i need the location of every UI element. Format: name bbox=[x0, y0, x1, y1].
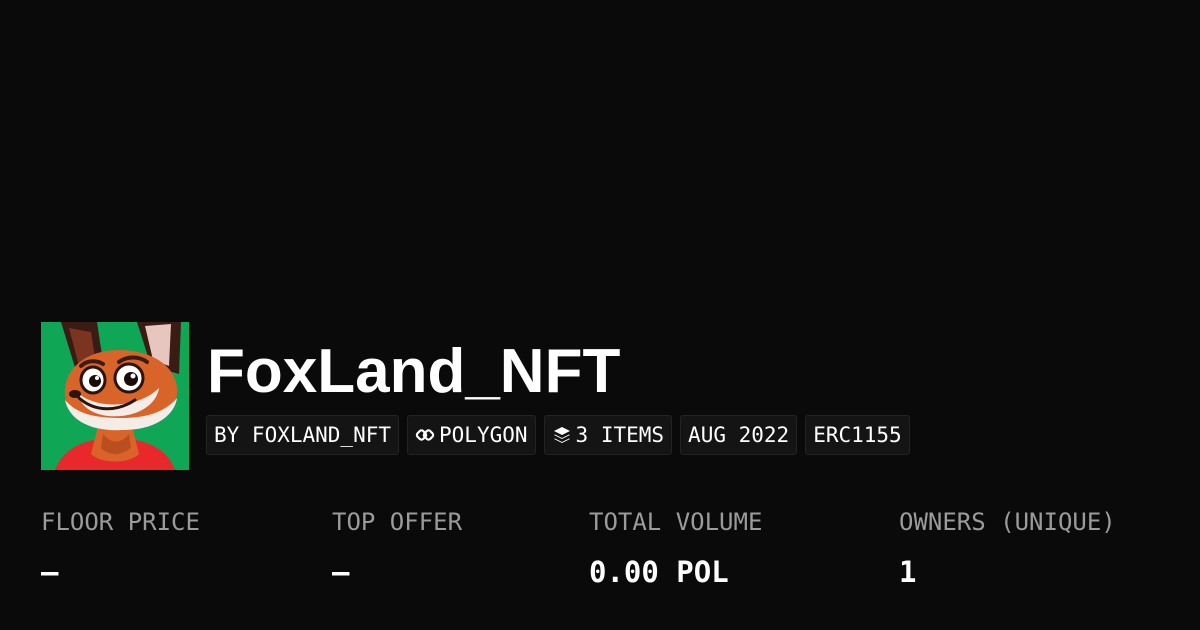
stat-label: TOTAL VOLUME bbox=[589, 508, 763, 536]
items-tag[interactable]: 3 ITEMS bbox=[543, 415, 673, 455]
collection-title: FoxLand_NFT bbox=[207, 337, 621, 406]
stat-value: – bbox=[332, 555, 350, 589]
chain-tag[interactable]: POLYGON bbox=[407, 415, 536, 455]
fox-avatar-icon bbox=[41, 322, 189, 470]
stat-floor-price: FLOOR PRICE – bbox=[41, 505, 200, 589]
collection-avatar bbox=[41, 322, 189, 470]
stat-top-offer: TOP OFFER – bbox=[332, 505, 462, 589]
layers-icon bbox=[553, 427, 570, 443]
stat-label: OWNERS (UNIQUE) bbox=[899, 508, 1116, 536]
stat-value: 0.00 POL bbox=[589, 555, 729, 589]
date-label: AUG 2022 bbox=[688, 423, 790, 447]
stat-owners: OWNERS (UNIQUE) 1 bbox=[899, 505, 1116, 589]
stat-label: TOP OFFER bbox=[332, 508, 463, 536]
collection-share-card: FoxLand_NFT BY FOXLAND_NFT POLYGON 3 ITE… bbox=[0, 0, 1200, 630]
creator-tag[interactable]: BY FOXLAND_NFT bbox=[206, 415, 400, 455]
stat-value: – bbox=[41, 555, 59, 589]
collection-tags: BY FOXLAND_NFT POLYGON 3 ITEMS AUG 2022 … bbox=[206, 415, 910, 455]
polygon-link-icon bbox=[415, 429, 435, 441]
standard-label: ERC1155 bbox=[813, 423, 902, 447]
stat-total-volume: TOTAL VOLUME 0.00 POL bbox=[589, 505, 762, 589]
creator-label: BY FOXLAND_NFT bbox=[214, 423, 392, 447]
stat-value: 1 bbox=[899, 555, 917, 589]
chain-label: POLYGON bbox=[439, 423, 528, 447]
stat-label: FLOOR PRICE bbox=[41, 508, 200, 536]
items-label: 3 ITEMS bbox=[575, 423, 665, 447]
date-tag: AUG 2022 bbox=[680, 415, 798, 455]
standard-tag: ERC1155 bbox=[805, 415, 910, 455]
